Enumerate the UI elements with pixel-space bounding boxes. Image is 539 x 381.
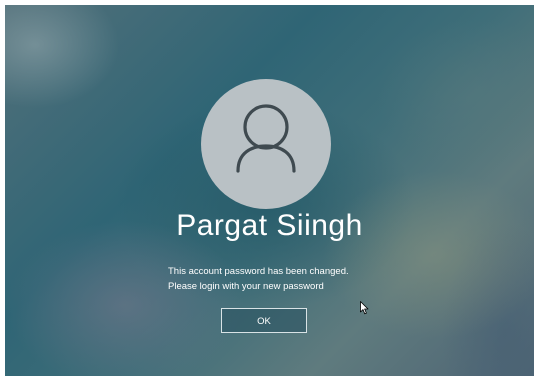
avatar <box>201 79 331 209</box>
user-name: Pargat Siingh <box>176 209 363 242</box>
person-icon <box>236 104 296 173</box>
password-changed-message: This account password has been changed. … <box>168 264 349 294</box>
message-line-1: This account password has been changed. <box>168 266 349 277</box>
mouse-pointer-icon <box>360 301 369 315</box>
message-line-2: Please login with your new password <box>168 281 324 292</box>
ok-button[interactable]: OK <box>221 308 307 333</box>
lock-screen: Pargat Siingh This account password has … <box>5 5 534 376</box>
